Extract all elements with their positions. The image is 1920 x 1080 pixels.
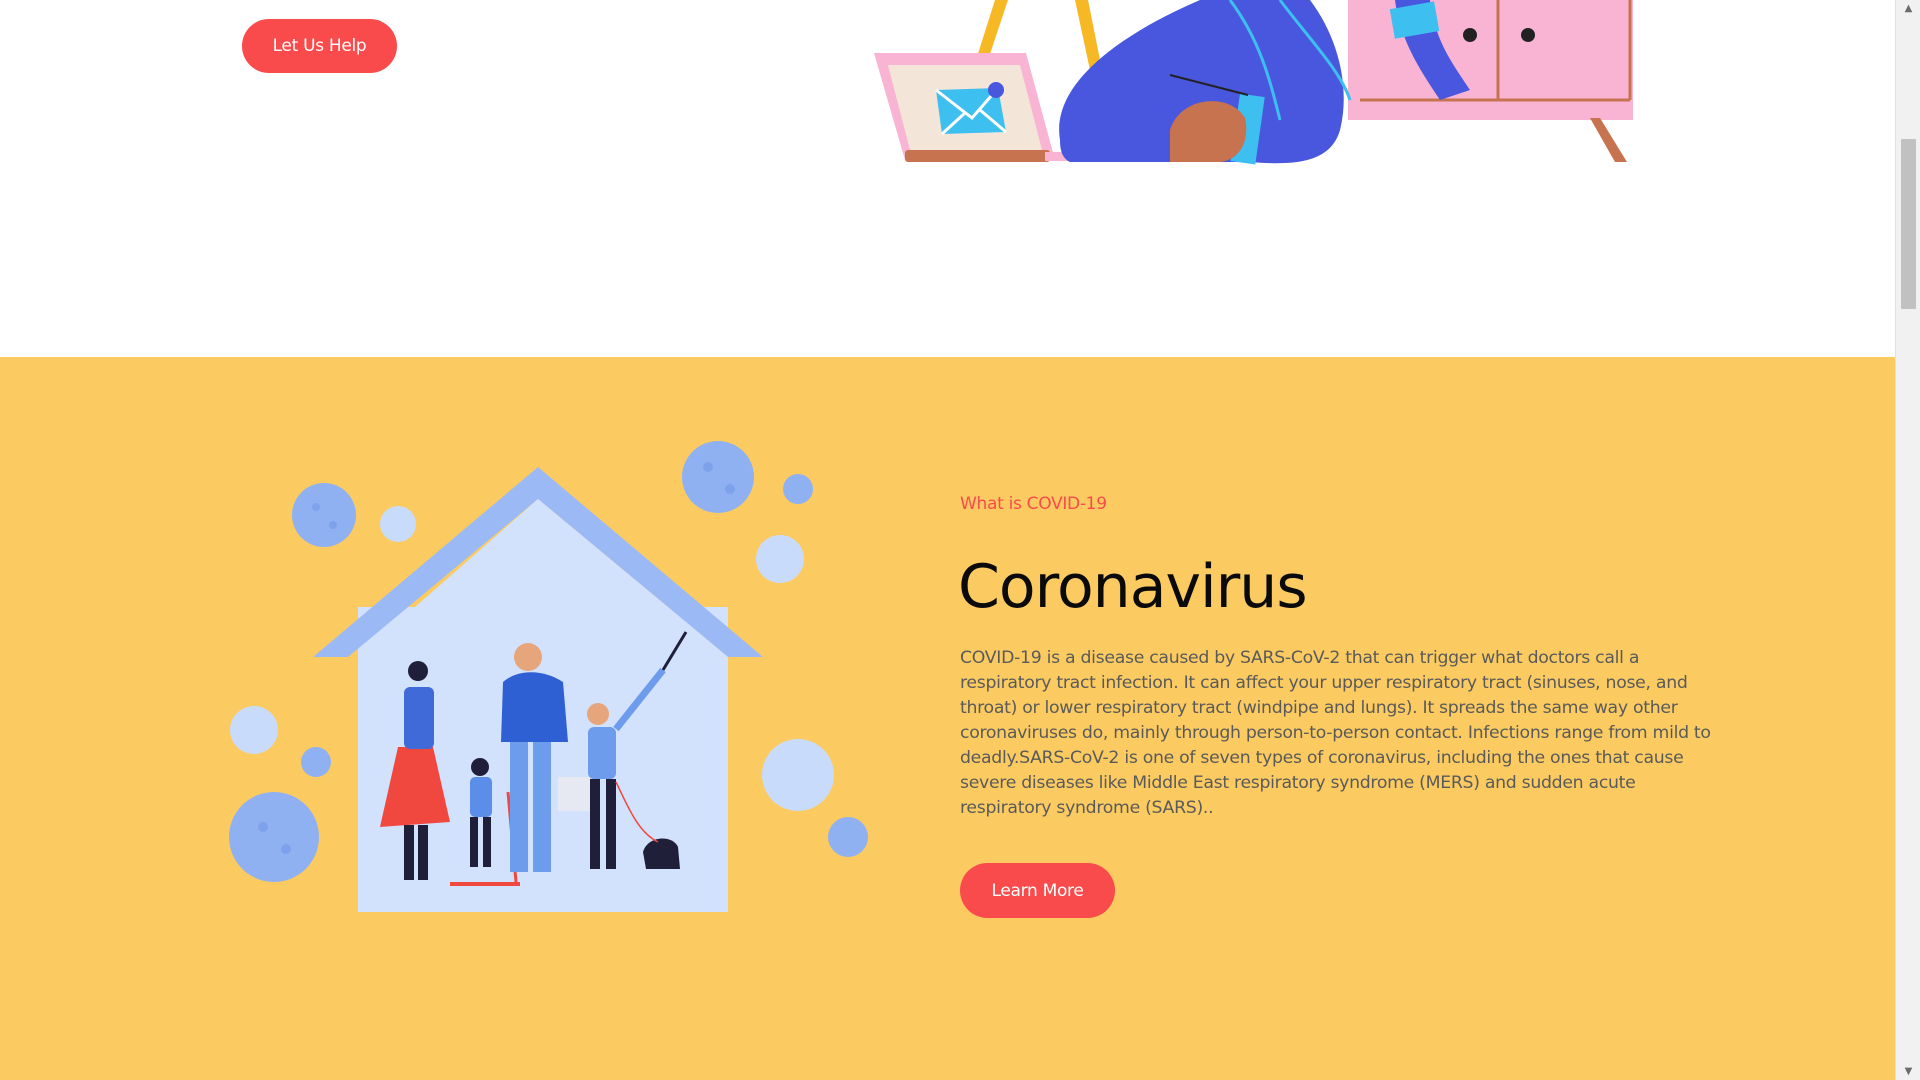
contact-section: Let Us Help bbox=[0, 0, 1895, 357]
scroll-up-arrow-icon[interactable]: ▲ bbox=[1896, 0, 1920, 17]
let-us-help-button[interactable]: Let Us Help bbox=[242, 19, 397, 73]
section-heading: Coronavirus bbox=[958, 552, 1308, 622]
section-body-text: COVID-19 is a disease caused by SARS-CoV… bbox=[960, 648, 1711, 818]
family-at-home-illustration bbox=[229, 441, 868, 912]
page-viewport: Let Us Help What is COVID-19 Coronavirus… bbox=[0, 0, 1895, 1080]
scrollbar-thumb[interactable] bbox=[1901, 139, 1916, 309]
person-with-laptop-illustration bbox=[874, 0, 1633, 165]
section-eyebrow: What is COVID-19 bbox=[960, 494, 1107, 514]
vertical-scrollbar[interactable]: ▲ ▼ bbox=[1895, 0, 1920, 1080]
learn-more-button[interactable]: Learn More bbox=[960, 863, 1115, 918]
covid-info-section: What is COVID-19 Coronavirus COVID-19 is… bbox=[0, 357, 1895, 1080]
scroll-down-arrow-icon[interactable]: ▼ bbox=[1896, 1063, 1920, 1080]
